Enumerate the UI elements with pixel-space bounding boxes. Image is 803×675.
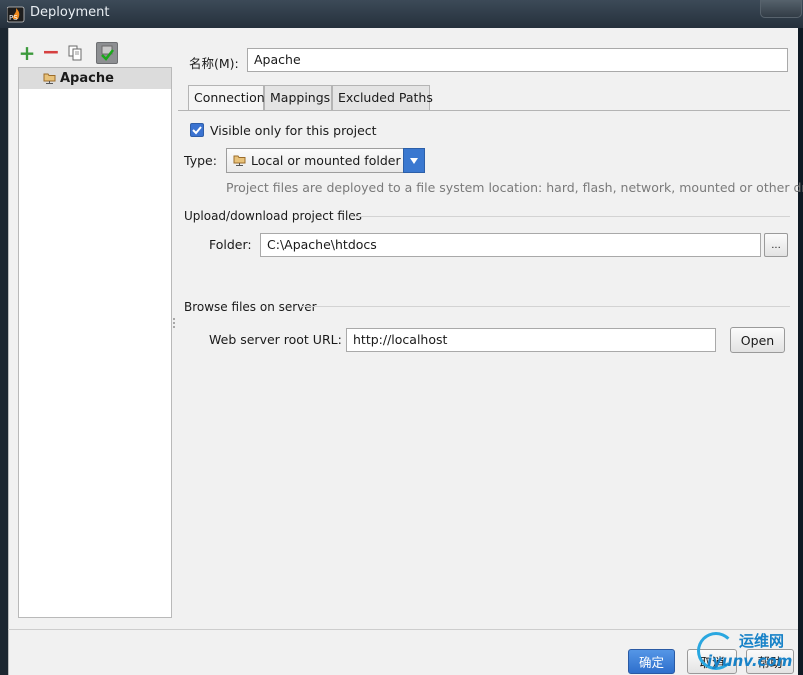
- svg-text:PS: PS: [9, 14, 18, 22]
- server-folder-icon: [233, 155, 246, 166]
- set-default-server-button[interactable]: [96, 42, 118, 64]
- visible-only-label: Visible only for this project: [210, 123, 377, 138]
- title-bar: PS Deployment: [0, 0, 803, 28]
- footer-separator: [8, 629, 798, 630]
- window-title: Deployment: [30, 5, 110, 20]
- splitter-handle[interactable]: [172, 318, 176, 332]
- chevron-down-icon: [410, 157, 418, 164]
- open-button[interactable]: Open: [730, 327, 785, 353]
- server-list-item-apache[interactable]: Apache: [19, 68, 171, 89]
- window-close-button[interactable]: [760, 0, 802, 18]
- plus-icon: +: [18, 41, 36, 65]
- browse-section-separator: [302, 306, 790, 307]
- type-hint: Project files are deployed to a file sys…: [226, 180, 803, 195]
- add-server-button[interactable]: +: [16, 42, 38, 64]
- tab-excluded-paths[interactable]: Excluded Paths: [332, 85, 433, 110]
- check-default-icon: [101, 45, 114, 61]
- check-icon: [192, 126, 202, 135]
- copy-server-button[interactable]: [64, 42, 86, 64]
- visible-only-checkbox[interactable]: [190, 123, 204, 137]
- upload-section-separator: [350, 216, 790, 217]
- watermark-en: iyunv.com: [707, 652, 793, 670]
- web-root-label: Web server root URL:: [209, 332, 342, 347]
- type-label: Type:: [184, 153, 217, 168]
- copy-icon: [68, 45, 82, 61]
- type-select[interactable]: Local or mounted folder: [226, 148, 425, 173]
- server-item-label: Apache: [60, 71, 114, 86]
- watermark: 运维网 iyunv.com: [697, 628, 803, 675]
- web-root-input[interactable]: http://localhost: [346, 328, 716, 352]
- type-select-value: Local or mounted folder: [251, 153, 401, 168]
- browse-section-title: Browse files on server: [184, 300, 317, 314]
- remove-server-button[interactable]: −: [40, 42, 62, 64]
- app-icon: PS: [7, 6, 25, 23]
- browse-folder-button[interactable]: ...: [764, 233, 788, 257]
- minus-icon: −: [41, 40, 61, 65]
- name-label: 名称(M):: [189, 56, 239, 71]
- name-input[interactable]: Apache: [247, 48, 788, 72]
- upload-section-title: Upload/download project files: [184, 209, 362, 223]
- server-list: Apache: [18, 67, 172, 618]
- folder-input[interactable]: C:\Apache\htdocs: [260, 233, 761, 257]
- folder-label: Folder:: [209, 237, 252, 252]
- tab-connection[interactable]: Connection: [188, 85, 265, 111]
- ok-button[interactable]: 确定: [628, 649, 675, 674]
- server-folder-icon: [43, 73, 56, 84]
- watermark-cn: 运维网: [739, 632, 785, 650]
- dropdown-arrow[interactable]: [403, 148, 425, 173]
- tab-underline: [178, 110, 790, 111]
- desktop-edge: [798, 28, 803, 675]
- tab-mappings[interactable]: Mappings: [264, 85, 332, 110]
